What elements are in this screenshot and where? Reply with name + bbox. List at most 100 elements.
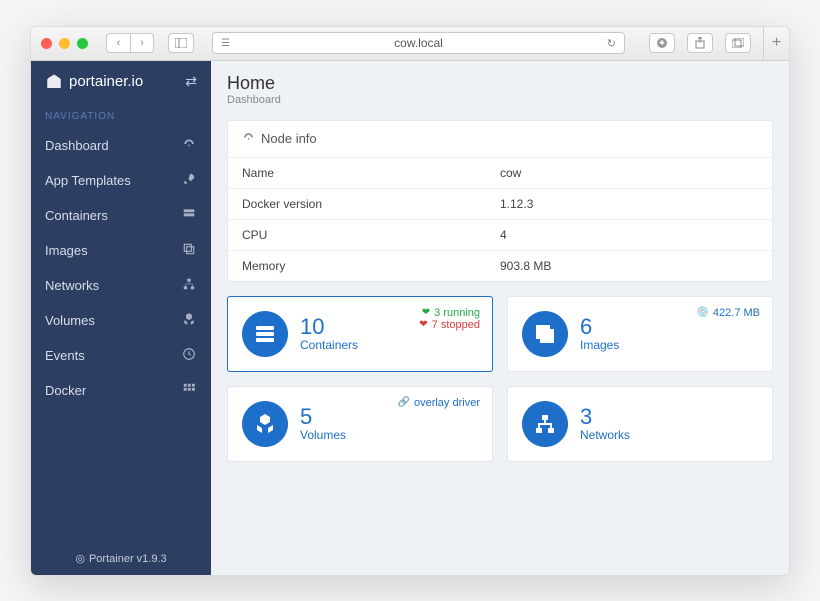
url-bar[interactable]: ☰ cow.local ↻	[212, 32, 625, 54]
sidebar-item-app-templates[interactable]: App Templates	[31, 163, 211, 198]
info-row-memory: Memory 903.8 MB	[228, 251, 772, 281]
card-body: 6 Images	[580, 316, 619, 352]
sidebar-item-containers[interactable]: Containers	[31, 198, 211, 233]
card-body: 3 Networks	[580, 406, 630, 442]
sidebar-item-label: Dashboard	[45, 138, 109, 153]
close-window-button[interactable]	[41, 38, 52, 49]
info-key: Docker version	[242, 197, 500, 211]
version-text: Portainer v1.9.3	[89, 553, 167, 565]
info-key: CPU	[242, 228, 500, 242]
url-text: cow.local	[394, 36, 443, 50]
github-icon: ◎	[75, 553, 85, 565]
driver-badge: 🔗 overlay driver	[398, 397, 480, 409]
card-label: Containers	[300, 338, 358, 352]
titlebar: ‹ › ☰ cow.local ↻ +	[31, 27, 789, 61]
info-value: 903.8 MB	[500, 259, 758, 273]
sidebar-item-label: Networks	[45, 278, 99, 293]
containers-card[interactable]: 10 Containers ❤3 running ❤ 7 stopped	[227, 296, 493, 372]
info-row-docker-version: Docker version 1.12.3	[228, 189, 772, 220]
main-content: Home Dashboard Node info Name cow Docker…	[211, 61, 789, 575]
share-icon	[695, 37, 705, 49]
sidebar-icon	[175, 38, 187, 48]
page-header: Home Dashboard	[227, 73, 773, 106]
history-icon	[181, 347, 197, 364]
info-row-name: Name cow	[228, 158, 772, 189]
maximize-window-button[interactable]	[77, 38, 88, 49]
node-info-panel: Node info Name cow Docker version 1.12.3…	[227, 120, 773, 282]
sidebar-item-label: Volumes	[45, 313, 95, 328]
panel-title: Node info	[228, 121, 772, 158]
info-key: Name	[242, 166, 500, 180]
dashboard-cards: 10 Containers ❤3 running ❤ 7 stopped 6 Im…	[227, 296, 773, 462]
info-value: 1.12.3	[500, 197, 758, 211]
right-toolbar	[643, 33, 751, 53]
info-value: 4	[500, 228, 758, 242]
card-body: 5 Volumes	[300, 406, 346, 442]
clone-icon	[522, 311, 568, 357]
tabs-button[interactable]	[725, 33, 751, 53]
disk-icon: 💿	[696, 307, 708, 318]
sidebar: portainer.io ⇄ NAVIGATION Dashboard App …	[31, 61, 211, 575]
server-icon	[181, 207, 197, 224]
sidebar-item-label: Events	[45, 348, 85, 363]
browser-window: ‹ › ☰ cow.local ↻ +	[30, 26, 790, 576]
sidebar-item-label: Docker	[45, 383, 86, 398]
rocket-icon	[181, 172, 197, 189]
brand-left[interactable]: portainer.io	[45, 73, 143, 91]
stopped-text: 7 stopped	[432, 319, 480, 331]
images-card[interactable]: 6 Images 💿 422.7 MB	[507, 296, 773, 372]
portainer-logo-icon	[45, 73, 63, 91]
sidebar-toggle-button[interactable]	[168, 33, 194, 53]
sitemap-icon	[181, 277, 197, 294]
sidebar-item-networks[interactable]: Networks	[31, 268, 211, 303]
info-row-cpu: CPU 4	[228, 220, 772, 251]
driver-text: overlay driver	[414, 397, 480, 409]
downloads-button[interactable]	[649, 33, 675, 53]
dashboard-icon	[181, 137, 197, 154]
info-value: cow	[500, 166, 758, 180]
new-tab-button[interactable]: +	[763, 26, 789, 60]
nav-header: NAVIGATION	[31, 103, 211, 128]
sidebar-footer[interactable]: ◎ Portainer v1.9.3	[31, 542, 211, 575]
volumes-card[interactable]: 5 Volumes 🔗 overlay driver	[227, 386, 493, 462]
sidebar-item-images[interactable]: Images	[31, 233, 211, 268]
dashboard-icon	[242, 131, 255, 147]
page-title: Home	[227, 73, 773, 94]
clone-icon	[181, 242, 197, 259]
link-icon: 🔗	[398, 397, 410, 408]
card-label: Images	[580, 338, 619, 352]
card-count: 10	[300, 316, 358, 338]
sidebar-item-label: App Templates	[45, 173, 131, 188]
panel-title-text: Node info	[261, 131, 317, 146]
brand-text: portainer.io	[69, 73, 143, 90]
sidebar-item-volumes[interactable]: Volumes	[31, 303, 211, 338]
window-controls	[41, 38, 88, 49]
cubes-icon	[242, 401, 288, 447]
minimize-window-button[interactable]	[59, 38, 70, 49]
sidebar-item-label: Images	[45, 243, 88, 258]
sidebar-collapse-button[interactable]: ⇄	[185, 73, 197, 90]
sidebar-item-events[interactable]: Events	[31, 338, 211, 373]
networks-card[interactable]: 3 Networks	[507, 386, 773, 462]
card-label: Volumes	[300, 428, 346, 442]
sidebar-item-docker[interactable]: Docker	[31, 373, 211, 408]
back-button[interactable]: ‹	[106, 33, 130, 53]
app-frame: portainer.io ⇄ NAVIGATION Dashboard App …	[31, 61, 789, 575]
heartbeat-icon: ❤	[419, 319, 427, 330]
cubes-icon	[181, 312, 197, 329]
running-badge: ❤3 running	[419, 307, 480, 319]
size-text: 422.7 MB	[713, 307, 760, 319]
share-button[interactable]	[687, 33, 713, 53]
forward-button[interactable]: ›	[130, 33, 154, 53]
nav-buttons: ‹ ›	[106, 33, 154, 53]
download-icon	[656, 37, 668, 49]
card-count: 3	[580, 406, 630, 428]
card-label: Networks	[580, 428, 630, 442]
card-body: 10 Containers	[300, 316, 358, 352]
breadcrumb: Dashboard	[227, 94, 773, 106]
th-icon	[181, 382, 197, 399]
sidebar-item-dashboard[interactable]: Dashboard	[31, 128, 211, 163]
driver-line: 🔗 overlay driver	[398, 397, 480, 409]
info-key: Memory	[242, 259, 500, 273]
reload-icon[interactable]: ↻	[607, 37, 616, 50]
